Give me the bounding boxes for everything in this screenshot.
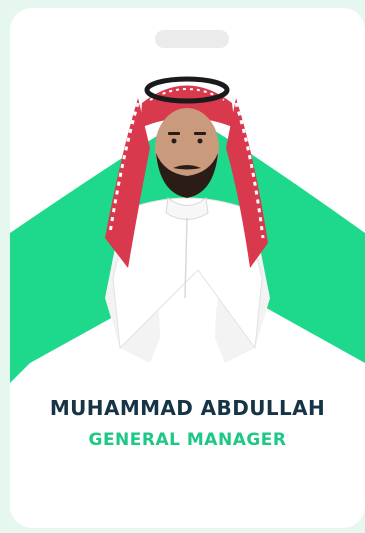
profile-photo [105, 76, 270, 363]
employee-name: MUHAMMAD ABDULLAH [49, 396, 326, 420]
employee-title: GENERAL MANAGER [88, 430, 287, 450]
id-badge-card: MUHAMMAD ABDULLAH GENERAL MANAGER [10, 8, 365, 528]
